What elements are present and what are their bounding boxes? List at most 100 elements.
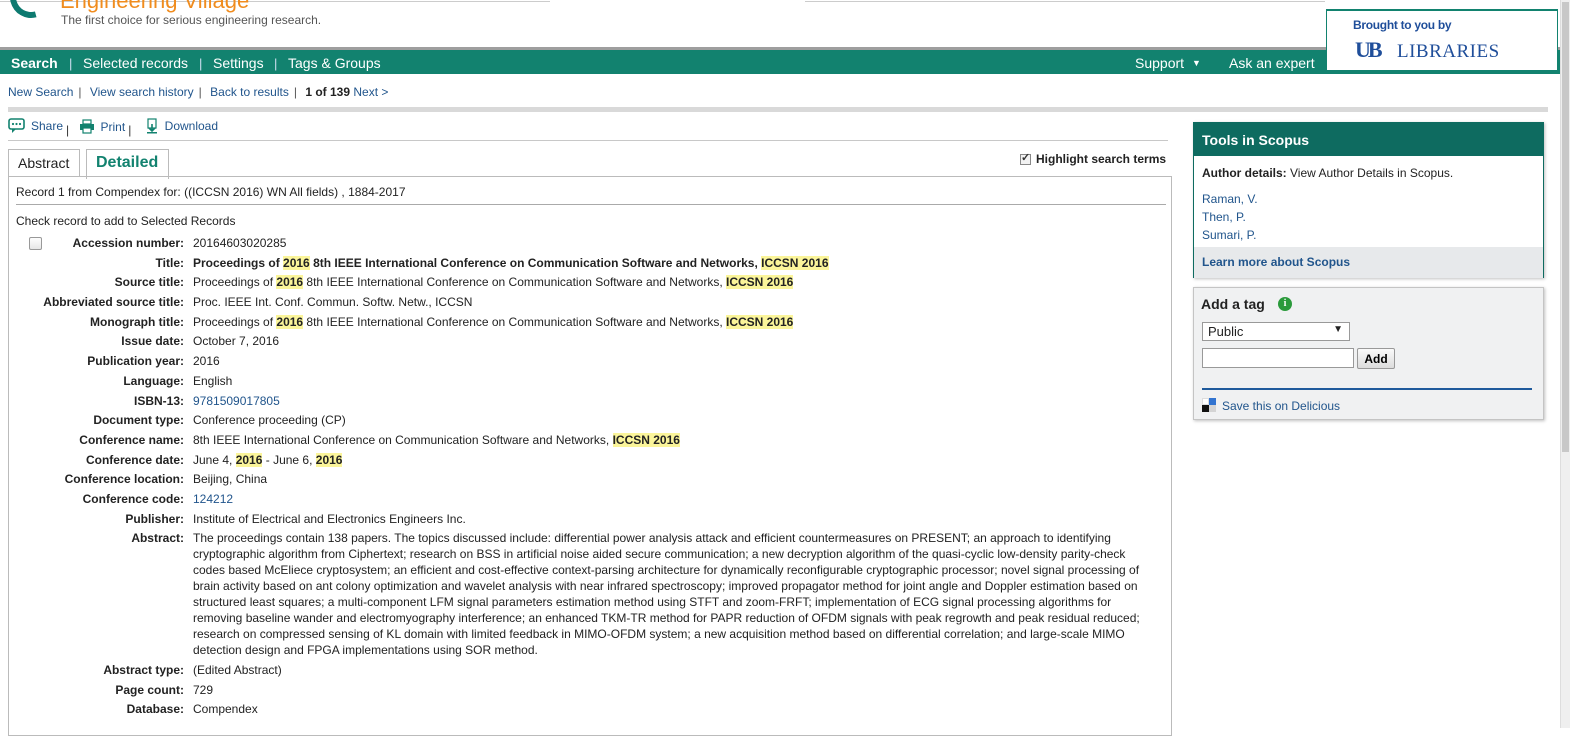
field-monograph-title: Monograph title: Proceedings of 2016 8th… — [9, 314, 1173, 330]
field-publisher: Publisher: Institute of Electrical and E… — [9, 511, 1173, 527]
record-fields: Accession number: 20164603020285 Title: … — [9, 235, 1173, 721]
nav-separator: | — [199, 56, 203, 71]
tab-detailed[interactable]: Detailed — [86, 149, 169, 179]
monograph-part: 8th IEEE International Conference on Com… — [303, 314, 726, 329]
search-term-highlight: 2016 — [276, 314, 304, 329]
field-label: Document type: — [93, 413, 184, 428]
conference-name-part: 8th IEEE International Conference on Com… — [193, 432, 613, 447]
highlight-label: Highlight search terms — [1036, 152, 1167, 166]
scopus-tools-panel: Tools in Scopus Author details: View Aut… — [1193, 122, 1544, 278]
nav-selected-records[interactable]: Selected records — [83, 55, 188, 71]
brought-to-you-label: Brought to you by — [1353, 18, 1452, 32]
top-border-right — [805, 0, 1325, 2]
field-label: Conference code: — [82, 491, 184, 506]
field-value: Compendex — [193, 702, 258, 717]
scrollbar-thumb[interactable] — [1562, 2, 1569, 452]
field-label: Publisher: — [125, 511, 184, 526]
title-part: 8th IEEE International Conference on Com… — [309, 255, 762, 270]
field-value: Institute of Electrical and Electronics … — [193, 511, 466, 526]
share-icon — [8, 118, 25, 133]
result-position: 1 of 139 — [305, 85, 351, 99]
field-label: Conference name: — [79, 432, 184, 447]
nav-separator: | — [274, 56, 278, 71]
field-isbn: ISBN-13: 9781509017805 — [9, 393, 1173, 409]
field-value: 2016 — [193, 354, 220, 369]
engineering-village-logo-icon[interactable] — [2, 0, 60, 26]
field-value: 124212 — [193, 491, 1153, 507]
field-label: Abstract: — [131, 531, 184, 546]
ub-libraries-banner[interactable]: Brought to you by UB LIBRARIES — [1326, 9, 1558, 71]
field-abstract-type: Abstract type: (Edited Abstract) — [9, 662, 1173, 678]
field-value: June 4, 2016 - June 6, 2016 — [193, 452, 1153, 468]
field-label: Conference location: — [64, 472, 184, 487]
share-button[interactable]: Share — [8, 118, 63, 134]
abstract-text: The proceedings contain 138 papers. The … — [193, 531, 1140, 658]
page-scrollbar[interactable] — [1560, 0, 1570, 728]
field-value: Proceedings of 2016 8th IEEE Internation… — [193, 274, 1153, 290]
back-to-results-link[interactable]: Back to results — [210, 85, 289, 99]
nav-search[interactable]: Search — [11, 55, 58, 71]
record-divider — [16, 204, 1166, 205]
field-label: Issue date: — [121, 334, 184, 349]
chevron-down-icon: ▼ — [1333, 324, 1343, 335]
info-icon[interactable]: i — [1278, 297, 1292, 311]
field-value: October 7, 2016 — [193, 334, 280, 349]
tag-divider — [1202, 388, 1532, 390]
highlight-checkbox[interactable] — [1020, 151, 1031, 165]
author-link-raman[interactable]: Raman, V. — [1202, 192, 1258, 206]
save-delicious[interactable]: Save this on Delicious — [1202, 398, 1340, 413]
printer-icon — [79, 119, 94, 134]
search-term-highlight: ICCSN 2016 — [612, 432, 680, 447]
learn-more-scopus-link[interactable]: Learn more about Scopus — [1202, 255, 1350, 269]
field-conference-location: Conference location: Beijing, China — [9, 471, 1173, 487]
field-abstract: Abstract: The proceedings contain 138 pa… — [9, 530, 1173, 658]
breadcrumb-separator: | — [78, 85, 82, 99]
conference-code-link[interactable]: 124212 — [193, 492, 233, 506]
tab-abstract[interactable]: Abstract — [8, 149, 80, 177]
nav-support[interactable]: Support ▼ — [1135, 55, 1201, 71]
nav-support-label: Support — [1135, 55, 1185, 71]
field-language: Language: English — [9, 373, 1173, 389]
search-term-highlight: ICCSN 2016 — [725, 275, 794, 290]
field-value: Proc. IEEE Int. Conf. Commun. Softw. Net… — [193, 295, 473, 310]
download-label: Download — [164, 119, 219, 133]
breadcrumb-separator: | — [198, 85, 202, 99]
brand-title[interactable]: Engineering Village — [60, 0, 249, 14]
nav-ask-expert[interactable]: Ask an expert — [1229, 55, 1315, 71]
tag-visibility-select[interactable]: Public ▼ — [1202, 322, 1350, 341]
check-record-label: Check record to add to Selected Records — [16, 214, 236, 228]
download-icon — [146, 118, 157, 134]
author-link-then[interactable]: Then, P. — [1202, 210, 1246, 224]
search-term-highlight: 2016 — [315, 452, 343, 467]
breadcrumb: New Search | View search history | Back to… — [8, 85, 388, 99]
field-conference-name: Conference name: 8th IEEE International … — [9, 432, 1173, 448]
field-conference-code: Conference code: 124212 — [9, 491, 1173, 507]
brand-tagline: The first choice for serious engineering… — [61, 13, 322, 27]
add-tag-button[interactable]: Add — [1357, 348, 1395, 369]
toolbar-separator: | — [66, 123, 70, 137]
field-title: Title: Proceedings of 2016 8th IEEE Inte… — [9, 255, 1173, 271]
field-label: Title: — [155, 255, 184, 270]
tag-input[interactable] — [1202, 348, 1354, 368]
breadcrumb-divider — [8, 107, 1548, 112]
field-label: Publication year: — [87, 354, 184, 369]
add-tag-heading: Add a tag — [1201, 296, 1265, 312]
tag-visibility-value: Public — [1208, 324, 1244, 339]
field-accession: Accession number: 20164603020285 — [9, 235, 1173, 251]
search-term-highlight: 2016 — [276, 275, 304, 290]
nav-tags-groups[interactable]: Tags & Groups — [288, 55, 381, 71]
field-value: Proceedings of 2016 8th IEEE Internation… — [193, 314, 1153, 330]
field-issue-date: Issue date: October 7, 2016 — [9, 333, 1173, 349]
new-search-link[interactable]: New Search — [8, 85, 73, 99]
nav-settings[interactable]: Settings — [213, 55, 264, 71]
highlight-terms-toggle[interactable]: Highlight search terms — [1020, 151, 1167, 166]
author-link-sumari[interactable]: Sumari, P. — [1202, 228, 1256, 242]
isbn-link[interactable]: 9781509017805 — [193, 394, 280, 408]
field-abbrev-source-title: Abbreviated source title: Proc. IEEE Int… — [9, 294, 1173, 310]
field-value: Beijing, China — [193, 472, 268, 487]
next-result-link[interactable]: Next > — [353, 85, 388, 99]
field-conference-date: Conference date: June 4, 2016 - June 6, … — [9, 452, 1173, 468]
print-button[interactable]: Print — [79, 119, 125, 134]
search-history-link[interactable]: View search history — [90, 85, 194, 99]
download-button[interactable]: Download — [145, 118, 218, 134]
